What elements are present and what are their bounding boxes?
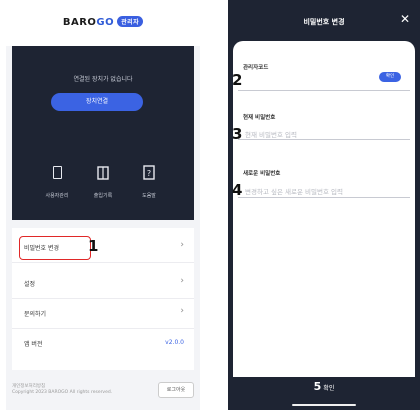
admin-code-label: 관리자코드 xyxy=(243,65,269,71)
menu-item-label: 앱 버전 xyxy=(24,341,43,348)
app-version-value: v2.0.0 xyxy=(165,339,184,346)
callout-number: 1 xyxy=(88,237,99,255)
app-header: BAROGO 관리자 xyxy=(6,0,200,46)
svg-text:?: ? xyxy=(147,169,151,178)
form-sheet: 관리자코드 2 확인 현재 비밀번호 3 현재 비밀번호 입력 새로운 비밀번호… xyxy=(232,41,415,377)
new-password-label: 새로운 비밀번호 xyxy=(243,171,281,177)
brand-logo: BAROGO 관리자 xyxy=(6,16,200,28)
menu-item-app-version: 앱 버전 v2.0.0 xyxy=(12,328,194,358)
current-password-placeholder: 현재 비밀번호 입력 xyxy=(245,131,297,139)
menu-item-contact[interactable]: 문의하기 › xyxy=(12,298,194,329)
callout-number: 2 xyxy=(232,71,243,89)
connect-device-button[interactable]: 장치연결 xyxy=(51,93,143,111)
copyright-text: Copyright 2023 BAROGO All rights reserve… xyxy=(12,390,113,395)
quick-action-label: 출입기록 xyxy=(93,193,113,199)
quick-action-users[interactable] xyxy=(32,166,82,179)
callout-number: 4 xyxy=(232,181,243,199)
door-icon xyxy=(97,166,109,180)
menu-item-settings[interactable]: 설정 › xyxy=(12,268,194,299)
home-indicator xyxy=(292,404,356,406)
logout-button[interactable]: 로그아웃 xyxy=(158,382,194,398)
menu-item-label: 문의하기 xyxy=(24,311,47,318)
tablet-icon xyxy=(52,166,62,179)
chevron-right-icon: › xyxy=(180,306,184,316)
menu-item-label: 설정 xyxy=(24,281,36,288)
new-password-placeholder: 변경하고 싶은 새로운 비밀번호 입력 xyxy=(245,188,343,196)
help-icon: ? xyxy=(143,165,155,180)
close-icon[interactable]: ✕ xyxy=(400,12,410,26)
current-password-label: 현재 비밀번호 xyxy=(243,115,276,121)
quick-action-label: 도움말 xyxy=(142,193,156,199)
submit-button-label: 확인 xyxy=(323,385,335,392)
verify-button[interactable]: 확인 xyxy=(379,72,401,82)
quick-action-help[interactable]: ? xyxy=(124,165,174,180)
submit-button[interactable]: 5 확인 xyxy=(228,380,420,393)
chevron-right-icon: › xyxy=(180,276,184,286)
no-device-notice: 연결된 장치가 없습니다 xyxy=(73,76,133,83)
chevron-right-icon: › xyxy=(180,240,184,250)
admin-badge: 관리자 xyxy=(117,16,144,27)
right-screen: 비밀번호 변경 ✕ 관리자코드 2 확인 현재 비밀번호 3 현재 비밀번호 입… xyxy=(228,0,420,410)
left-screen: BAROGO 관리자 연결된 장치가 없습니다 장치연결 사용자관리 출입기록 ?… xyxy=(6,0,200,410)
page-title: 비밀번호 변경 xyxy=(303,18,345,26)
callout-number: 5 xyxy=(313,380,322,393)
quick-action-label: 사용자관리 xyxy=(45,193,69,199)
highlight-box xyxy=(19,236,91,260)
footer-text: 개인정보처리방침 Copyright 2023 BAROGO All right… xyxy=(12,384,112,396)
quick-action-records[interactable] xyxy=(78,166,128,180)
callout-number: 3 xyxy=(232,125,243,143)
